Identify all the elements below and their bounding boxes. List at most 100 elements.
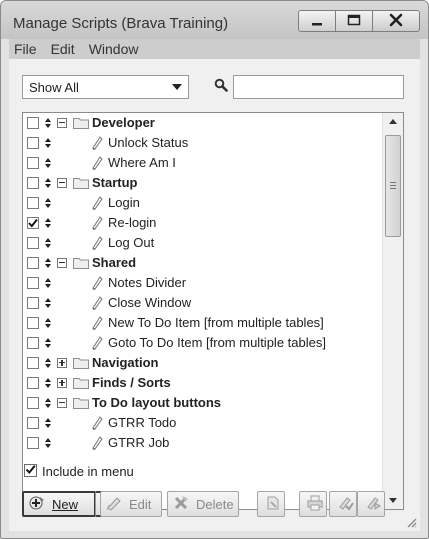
- row-checkbox[interactable]: [27, 237, 39, 249]
- search-icon: [214, 78, 228, 92]
- scroll-down-arrow-icon[interactable]: [389, 498, 397, 503]
- script-row[interactable]: Notes Divider: [23, 273, 383, 293]
- drag-handle-icon[interactable]: [44, 196, 52, 210]
- drag-handle-icon[interactable]: [44, 156, 52, 170]
- minimize-icon: [311, 14, 323, 29]
- script-label: Unlock Status: [108, 135, 189, 150]
- menu-file[interactable]: File: [14, 41, 37, 57]
- duplicate-icon: [260, 494, 282, 515]
- folder-row[interactable]: Developer: [23, 113, 383, 133]
- title-bar[interactable]: Manage Scripts (Brava Training): [1, 1, 428, 39]
- script-label: Log Out: [108, 235, 155, 250]
- menu-window[interactable]: Window: [89, 41, 139, 57]
- row-checkbox[interactable]: [27, 157, 39, 169]
- script-row[interactable]: Where Am I: [23, 153, 383, 173]
- new-script-icon: [24, 494, 46, 515]
- drag-handle-icon[interactable]: [44, 256, 52, 270]
- row-checkbox[interactable]: [27, 137, 39, 149]
- vertical-scrollbar[interactable]: [382, 113, 403, 509]
- row-checkbox[interactable]: [27, 257, 39, 269]
- thumb-grip-line: [390, 185, 396, 186]
- maximize-button[interactable]: [335, 10, 373, 32]
- script-row[interactable]: Close Window: [23, 293, 383, 313]
- filter-dropdown[interactable]: Show All: [22, 75, 189, 99]
- scroll-thumb[interactable]: [385, 135, 401, 237]
- script-icon: [91, 236, 103, 251]
- folder-icon: [73, 376, 89, 389]
- row-checkbox[interactable]: [27, 437, 39, 449]
- checkmark-icon: [25, 463, 36, 478]
- drag-handle-icon[interactable]: [44, 376, 52, 390]
- menu-bar: File Edit Window: [9, 39, 420, 59]
- include-in-menu-checkbox[interactable]: [24, 464, 37, 477]
- scripts-list[interactable]: Developer Unlock Status Where Am I Startup L…: [22, 112, 404, 510]
- drag-handle-icon[interactable]: [44, 236, 52, 250]
- row-checkbox[interactable]: [27, 277, 39, 289]
- row-checkbox[interactable]: [27, 317, 39, 329]
- perform-script-button[interactable]: [329, 491, 357, 517]
- drag-handle-icon[interactable]: [44, 136, 52, 150]
- row-checkbox[interactable]: [27, 337, 39, 349]
- drag-handle-icon[interactable]: [44, 296, 52, 310]
- collapse-toggle-icon[interactable]: [57, 118, 67, 128]
- folder-row[interactable]: Shared: [23, 253, 383, 273]
- close-button[interactable]: [372, 10, 420, 32]
- collapse-toggle-icon[interactable]: [57, 178, 67, 188]
- expand-toggle-icon[interactable]: [57, 358, 67, 368]
- search-input[interactable]: [233, 75, 404, 99]
- script-row[interactable]: New To Do Item [from multiple tables]: [23, 313, 383, 333]
- drag-handle-icon[interactable]: [44, 176, 52, 190]
- script-row[interactable]: GTRR Todo: [23, 413, 383, 433]
- folder-icon: [73, 256, 89, 269]
- minimize-button[interactable]: [298, 10, 336, 32]
- row-checkbox[interactable]: [27, 217, 39, 229]
- menu-edit[interactable]: Edit: [51, 41, 75, 57]
- script-icon: [91, 196, 103, 211]
- drag-handle-icon[interactable]: [44, 316, 52, 330]
- row-checkbox[interactable]: [27, 297, 39, 309]
- row-checkbox[interactable]: [27, 117, 39, 129]
- resize-grip-icon[interactable]: [405, 516, 417, 528]
- include-in-menu-label[interactable]: Include in menu: [42, 464, 134, 479]
- duplicate-button[interactable]: [257, 491, 285, 517]
- delete-button[interactable]: Delete: [167, 491, 239, 517]
- folder-row[interactable]: Startup: [23, 173, 383, 193]
- drag-handle-icon[interactable]: [44, 276, 52, 290]
- edit-button[interactable]: Edit: [100, 491, 162, 517]
- drag-handle-icon[interactable]: [44, 116, 52, 130]
- expand-toggle-icon[interactable]: [57, 378, 67, 388]
- script-row[interactable]: Unlock Status: [23, 133, 383, 153]
- script-row[interactable]: Re-login: [23, 213, 383, 233]
- script-row[interactable]: Log Out: [23, 233, 383, 253]
- collapse-toggle-icon[interactable]: [57, 258, 67, 268]
- checkmark-icon: [28, 218, 38, 228]
- print-button[interactable]: [299, 491, 327, 517]
- drag-handle-icon[interactable]: [44, 396, 52, 410]
- script-row[interactable]: Goto To Do Item [from multiple tables]: [23, 333, 383, 353]
- folder-row[interactable]: Navigation: [23, 353, 383, 373]
- folder-icon: [73, 396, 89, 409]
- row-checkbox[interactable]: [27, 357, 39, 369]
- drag-handle-icon[interactable]: [44, 336, 52, 350]
- debug-script-button[interactable]: [357, 491, 385, 517]
- scroll-up-arrow-icon[interactable]: [389, 119, 397, 124]
- script-row[interactable]: GTRR Job: [23, 433, 383, 453]
- close-icon: [389, 13, 403, 30]
- drag-handle-icon[interactable]: [44, 416, 52, 430]
- script-row[interactable]: Login: [23, 193, 383, 213]
- script-icon: [91, 276, 103, 291]
- new-script-button[interactable]: New: [22, 491, 96, 517]
- row-checkbox[interactable]: [27, 177, 39, 189]
- collapse-toggle-icon[interactable]: [57, 398, 67, 408]
- drag-handle-icon[interactable]: [44, 216, 52, 230]
- row-checkbox[interactable]: [27, 397, 39, 409]
- row-checkbox[interactable]: [27, 197, 39, 209]
- folder-row[interactable]: To Do layout buttons: [23, 393, 383, 413]
- folder-label: To Do layout buttons: [92, 395, 222, 410]
- row-checkbox[interactable]: [27, 377, 39, 389]
- drag-handle-icon[interactable]: [44, 356, 52, 370]
- edit-icon: [101, 494, 123, 515]
- folder-row[interactable]: Finds / Sorts: [23, 373, 383, 393]
- drag-handle-icon[interactable]: [44, 436, 52, 450]
- row-checkbox[interactable]: [27, 417, 39, 429]
